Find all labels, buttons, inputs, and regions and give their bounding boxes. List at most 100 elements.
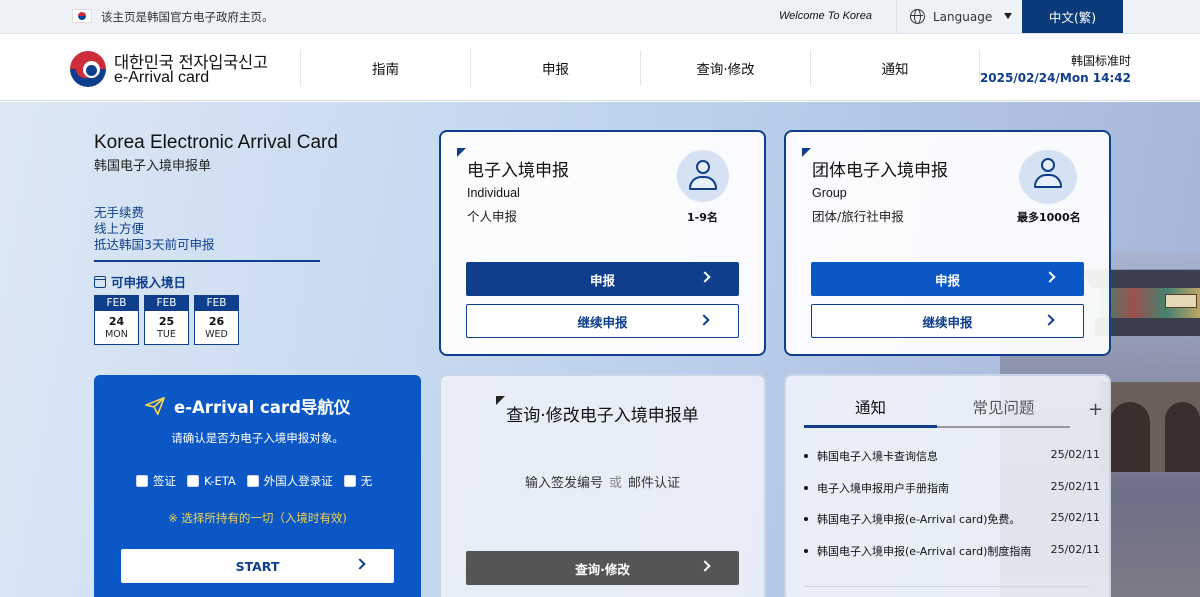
date-tile: FEB 26 WED [194,295,239,345]
list-item[interactable]: 韩国电子入境申报(e-Arrival card)免费。 25/02/11 [804,511,1100,543]
chevron-right-icon [1043,314,1055,326]
date-day: 25 [158,315,175,328]
option-visa-checkbox[interactable]: 签证 [136,473,176,489]
taegeuk-logo-icon[interactable] [70,51,106,87]
inquiry-card: 查询·修改电子入境申报单 输入签发编号或邮件认证 查询·修改 [439,374,766,597]
time-value: 2025/02/24/Mon 14:42 [979,71,1131,85]
available-dates: FEB 24 MON FEB 25 TUE FEB 26 WED [94,295,239,345]
nav-item-notice[interactable]: 通知 [810,50,980,86]
date-tile: FEB 24 MON [94,295,139,345]
button-label: 申报 [589,272,615,288]
individual-card-sub-cn: 个人申报 [467,209,518,224]
inquiry-button[interactable]: 查询·修改 [466,551,739,585]
inquiry-desc-right: 邮件认证 [628,476,681,491]
inquiry-desc-left: 输入签发编号 [524,476,603,491]
bullet-icon [804,454,808,458]
checkbox[interactable] [343,475,356,487]
group-apply-card: 团体电子入境申报 Group 团体/旅行社申报 最多1000名 申报 继续申报 [784,130,1111,356]
notice-title[interactable]: 韩国电子入境申报(e-Arrival card)制度指南 [817,543,1031,559]
start-button[interactable]: START [121,549,394,583]
individual-apply-card: 电子入境申报 Individual 个人申报 1-9名 申报 继续申报 [439,130,766,356]
group-count: 最多1000名 [1017,211,1081,224]
notice-date: 25/02/11 [1050,542,1100,556]
date-month: FEB [145,296,188,311]
button-label: 申报 [934,272,960,288]
date-month: FEB [95,296,138,311]
notice-title[interactable]: 韩国电子入境卡查询信息 [817,448,938,464]
option-keta-checkbox[interactable]: K-ETA [187,474,236,488]
language-selector[interactable]: Language [896,0,1022,33]
list-item[interactable]: 电子入境申报用户手册指南 25/02/11 [804,480,1100,512]
button-label: 继续申报 [577,314,628,330]
navigator-hint: ※ 选择所持有的一切（入境时有效) [168,511,347,525]
language-current-button[interactable]: 中文(繁) [1022,0,1123,33]
nav-item-apply[interactable]: 申报 [470,50,640,86]
top-bar: 该主页是韩国官方电子政府主页。 Welcome To Korea Languag… [0,0,1200,34]
hero-subtitle: 韩国电子入境申报单 [94,159,212,174]
paper-plane-icon [145,396,165,416]
inquiry-title: 查询·修改电子入境申报单 [506,406,699,426]
checkbox[interactable] [246,475,259,487]
hero-title: Korea Electronic Arrival Card [94,132,338,153]
inquiry-desc-or: 或 [608,476,622,491]
group-people-icon [1019,150,1077,204]
option-label: 外国人登录证 [263,474,333,488]
chevron-right-icon [698,314,710,326]
tab-notice[interactable]: 通知 [804,396,937,428]
nav-item-guide[interactable]: 指南 [300,50,470,86]
chevron-right-icon [1044,271,1056,283]
notice-date: 25/02/11 [1050,511,1100,524]
tab-faq[interactable]: 常见问题 [937,396,1070,428]
button-label: 查询·修改 [575,561,630,577]
korea-time: 韩国标准时 2025/02/24/Mon 14:42 [980,52,1131,85]
list-item[interactable]: 韩国电子入境申报(e-Arrival card)制度指南 25/02/11 [804,543,1100,575]
option-arc-checkbox[interactable]: 外国人登录证 [246,473,333,489]
checkbox[interactable] [136,475,148,487]
eligibility-options: 签证 K-ETA 外国人登录证 无 [136,473,372,489]
individual-continue-button[interactable]: 继续申报 [466,304,739,338]
nav-item-inquiry[interactable]: 查询·修改 [640,50,810,86]
navigator-question: 请确认是否为电子入境申报对象。 [171,431,344,445]
group-card-title: 团体电子入境申报 [812,161,948,181]
gov-notice-text: 该主页是韩国官方电子政府主页。 [101,10,274,24]
date-month: FEB [195,296,238,311]
bullet-icon [804,485,808,490]
language-label: Language [933,9,993,24]
individual-apply-button[interactable]: 申报 [466,262,739,296]
plus-icon[interactable]: + [1088,399,1103,420]
individual-count: 1-9名 [687,211,718,224]
button-label: START [235,558,280,574]
divider [94,260,320,262]
available-dates-label: 可申报入境日 [94,272,186,291]
date-weekday: WED [205,329,228,340]
list-item[interactable]: 韩国电子入境卡查询信息 25/02/11 [804,448,1100,480]
option-none-checkbox[interactable]: 无 [343,473,372,489]
date-day: 26 [208,315,225,328]
notice-title[interactable]: 电子入境申报用户手册指南 [817,480,949,496]
feature-item: 线上方便 [94,221,145,236]
feature-list: 无手续费 线上方便 抵达韩国3天前可申报 [94,205,214,253]
individual-card-sub-en: Individual [467,186,520,200]
logo-english-text[interactable]: e-Arrival card [114,69,209,87]
main-nav: 指南 申报 查询·修改 通知 [300,50,980,86]
korea-flag-icon [72,9,92,23]
bullet-icon [804,548,808,553]
date-weekday: TUE [157,329,176,340]
person-icon [677,150,729,202]
option-label: 签证 [153,474,176,488]
notice-date: 25/02/11 [1050,448,1100,461]
earrival-navigator-panel: e-Arrival card导航仪 请确认是否为电子入境申报对象。 签证 K-E… [94,375,421,597]
button-label: 继续申报 [922,314,973,330]
bullet-icon [804,517,808,521]
group-apply-button[interactable]: 申报 [811,262,1084,296]
caret-down-icon [1004,13,1012,19]
checkbox[interactable] [187,475,199,487]
globe-icon [910,9,925,24]
chevron-right-icon [699,271,711,283]
group-continue-button[interactable]: 继续申报 [811,304,1084,338]
notice-title[interactable]: 韩国电子入境申报(e-Arrival card)免费。 [817,511,1020,527]
site-header: 대한민국 전자입국신고 e-Arrival card 指南 申报 查询·修改 通… [0,34,1200,101]
calendar-icon [94,275,106,288]
chevron-right-icon [699,560,711,572]
notice-date: 25/02/11 [1050,479,1100,493]
